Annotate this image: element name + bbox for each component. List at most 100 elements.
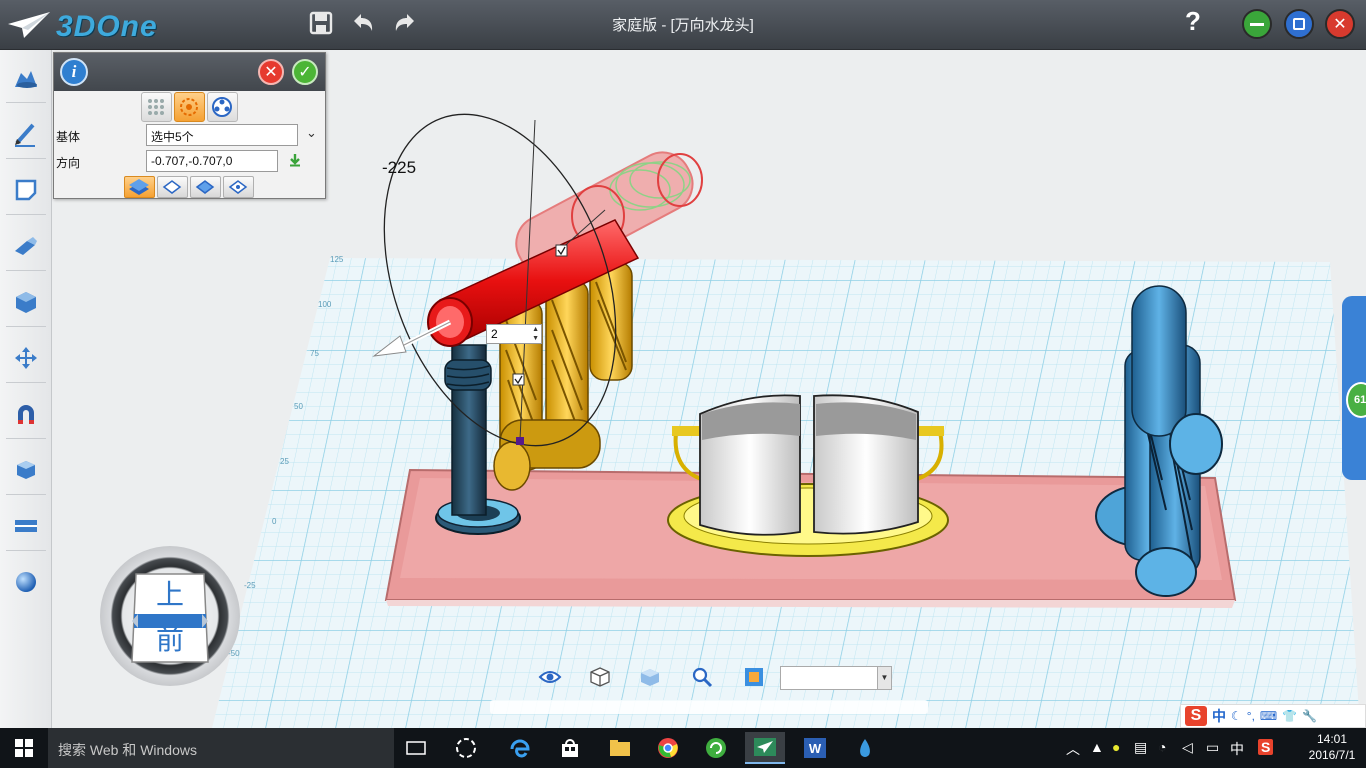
render-icon[interactable] [8, 564, 44, 600]
restore-button[interactable] [1284, 9, 1314, 39]
windows-taskbar: 搜索 Web 和 Windows W ︿ ▲ ● ▤ ◔ ◁ ▭ 中 S 14: [0, 728, 1366, 768]
tray-app-icon-2[interactable]: ● [1112, 739, 1120, 755]
subtool-1-icon[interactable] [124, 176, 155, 198]
base-edit-icon[interactable] [8, 340, 44, 376]
ime-mode-label[interactable]: 中 [1212, 706, 1226, 726]
panel-cancel-button[interactable]: ✕ [258, 59, 284, 85]
punctuation-icon[interactable]: °, [1247, 709, 1255, 723]
close-button[interactable]: ✕ [1325, 9, 1355, 39]
windows-logo-icon [15, 739, 33, 757]
sketch-edit-icon[interactable] [8, 172, 44, 208]
ime-toolbar[interactable]: S 中 ☾ °, ⌨ 👕 🔧 [1180, 704, 1366, 728]
array-mode-icon[interactable] [207, 92, 238, 122]
view-cube-top-label[interactable]: 上 [138, 576, 202, 614]
view-mode-dropdown[interactable]: ▼ [780, 666, 892, 690]
clock-time: 14:01 [1316, 732, 1348, 746]
taskbar-clock[interactable]: 14:01 2016/7/1 [1300, 731, 1364, 763]
panel-header: i ✕ ✓ [54, 53, 325, 91]
view-show-icon[interactable] [536, 664, 564, 690]
keyboard-icon[interactable]: ⌨ [1260, 709, 1277, 723]
skin-icon[interactable]: 👕 [1282, 709, 1297, 723]
rotate-mode-icon[interactable] [174, 92, 205, 122]
step-spinbox[interactable]: 2 ▲ ▼ [486, 324, 542, 344]
system-tray: ︿ ▲ ● ▤ ◔ ◁ ▭ 中 S [1060, 728, 1300, 768]
redo-icon[interactable] [390, 8, 420, 38]
start-button[interactable] [0, 728, 48, 768]
refresh-app-icon[interactable] [696, 732, 736, 764]
assembly-icon[interactable] [8, 452, 44, 488]
grid-tick: 50 [294, 402, 303, 411]
store-icon[interactable] [550, 732, 590, 764]
shaded-icon[interactable] [636, 664, 664, 690]
subtool-3-icon[interactable] [190, 176, 221, 198]
direction-field[interactable]: -0.707,-0.707,0 [146, 150, 278, 172]
spin-arrows-icon[interactable]: ▲ ▼ [532, 325, 539, 343]
pinwheel-app-icon[interactable] [446, 732, 486, 764]
drop-app-icon[interactable] [845, 732, 885, 764]
tray-app-icon-3[interactable]: ▤ [1134, 739, 1147, 756]
subtool-2-icon[interactable] [157, 176, 188, 198]
clock-date: 2016/7/1 [1308, 748, 1356, 762]
grid-tick: 125 [330, 255, 344, 264]
view-cube-face[interactable]: 上 前 [128, 566, 212, 666]
sogou-logo-icon[interactable]: S [1185, 706, 1207, 726]
task-view-icon[interactable] [396, 732, 436, 764]
info-icon[interactable]: i [60, 58, 88, 86]
3done-taskbar-icon[interactable] [745, 732, 785, 764]
svg-text:W: W [809, 741, 822, 756]
help-button[interactable]: ? [1180, 6, 1206, 37]
file-explorer-icon[interactable] [600, 732, 640, 764]
expand-chevron-icon[interactable]: ⌄ [306, 125, 317, 141]
notification-icon[interactable]: ▭ [1206, 739, 1219, 756]
paper-plane-icon [8, 12, 50, 38]
tray-ime-label[interactable]: 中 [1230, 739, 1244, 759]
window-title: 家庭版 - [万向水龙头] [612, 17, 754, 34]
zoom-icon[interactable] [688, 664, 716, 690]
wireframe-icon[interactable] [586, 664, 614, 690]
app-logo: 3DOne [6, 8, 186, 43]
close-icon: ✕ [1333, 16, 1347, 33]
word-icon[interactable]: W [795, 732, 835, 764]
left-toolbar [0, 50, 52, 728]
grid-tick: 75 [310, 349, 319, 358]
move-mode-icon[interactable] [141, 92, 172, 122]
sketch-icon[interactable] [8, 116, 44, 152]
measure-icon[interactable] [8, 508, 44, 544]
sogou-tray-icon[interactable]: S [1258, 739, 1274, 755]
undo-icon[interactable] [348, 8, 378, 38]
grid-tick: 100 [318, 300, 332, 309]
chevron-up-icon[interactable]: ︿ [1066, 739, 1080, 759]
grid-tick: 0 [272, 517, 277, 526]
special-feature-icon[interactable] [8, 228, 44, 264]
basic-solid-icon[interactable] [8, 60, 44, 96]
moon-icon[interactable]: ☾ [1231, 709, 1242, 723]
combine-icon[interactable] [8, 396, 44, 432]
view-toolbar-shelf [490, 700, 928, 714]
rotation-angle-label: -225 [382, 158, 416, 177]
grid-tick: -25 [244, 581, 256, 590]
grid-tick: 25 [280, 457, 289, 466]
tray-app-icon-1[interactable]: ▲ [1090, 739, 1104, 755]
render-view-icon[interactable] [740, 664, 768, 690]
chevron-down-icon[interactable]: ▼ [877, 667, 891, 689]
base-selection-field[interactable]: 选中5个 [146, 124, 298, 146]
feature-edit-icon[interactable] [8, 284, 44, 320]
restore-icon [1293, 18, 1305, 30]
direction-label: 方向 [56, 156, 81, 170]
panel-ok-button[interactable]: ✓ [292, 59, 318, 85]
pick-direction-icon[interactable] [288, 153, 302, 170]
logo-text: 3DOne [56, 10, 158, 43]
subtool-4-icon[interactable] [223, 176, 254, 198]
rotate-property-panel: i ✕ ✓ 基体 选中5个 ⌄ 方向 -0.707,-0.707,0 [53, 52, 326, 199]
tools-icon[interactable]: 🔧 [1302, 709, 1317, 723]
taskbar-search-box[interactable]: 搜索 Web 和 Windows [48, 728, 394, 768]
edge-browser-icon[interactable] [500, 732, 540, 764]
volume-icon[interactable]: ◁ [1182, 739, 1193, 756]
save-icon[interactable] [306, 8, 336, 38]
step-spinbox-value: 2 [491, 327, 498, 341]
chrome-icon[interactable] [648, 732, 688, 764]
view-cube-front-label[interactable]: 前 [138, 618, 202, 662]
minimize-button[interactable] [1242, 9, 1272, 39]
view-cube[interactable]: 上 前 [100, 546, 240, 686]
wifi-icon[interactable]: ◔ [1158, 739, 1166, 755]
